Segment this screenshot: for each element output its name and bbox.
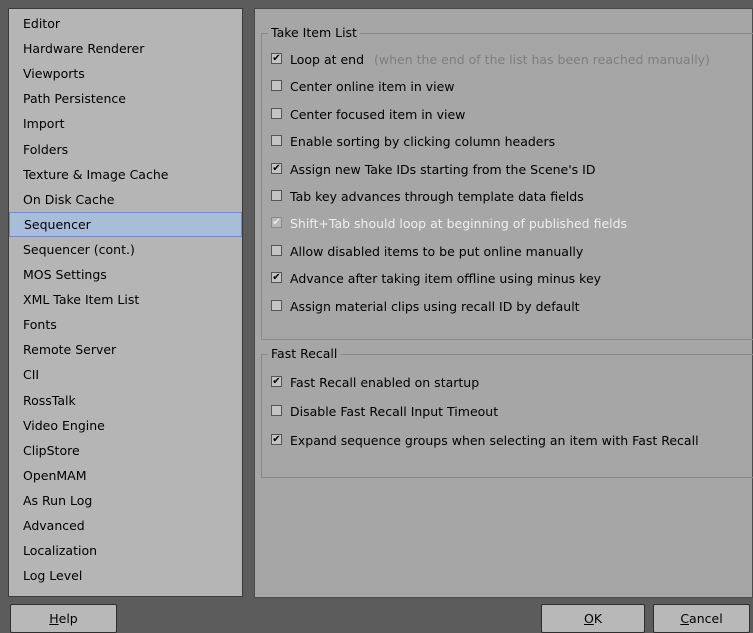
- cancel-button-label: ancel: [689, 611, 723, 626]
- option-text: Center online item in view: [290, 79, 455, 95]
- option-text: Assign new Take IDs starting from the Sc…: [290, 161, 596, 177]
- sidebar-item-localization[interactable]: Localization: [9, 538, 242, 563]
- option-label: Assign new Take IDs starting from the Sc…: [290, 161, 595, 179]
- option-label: Expand sequence groups when selecting an…: [290, 432, 699, 450]
- sidebar-item-rosstalk[interactable]: RossTalk: [9, 388, 242, 413]
- sidebar-item-mos-settings[interactable]: MOS Settings: [9, 262, 242, 287]
- option-text: Shift+Tab should loop at beginning of pu…: [290, 216, 628, 232]
- sidebar-item-openmam[interactable]: OpenMAM: [9, 463, 242, 488]
- checkbox-checked-icon[interactable]: ✔: [271, 272, 282, 284]
- checkbox-unchecked-icon[interactable]: [271, 190, 282, 201]
- option-text: Expand sequence groups when selecting an…: [290, 433, 699, 448]
- option-label: Fast Recall enabled on startup: [290, 374, 479, 392]
- cancel-button[interactable]: Cancel: [653, 604, 750, 633]
- sidebar-item-import[interactable]: Import: [9, 111, 242, 136]
- option-text: Center focused item in view: [290, 106, 466, 122]
- help-button[interactable]: Help: [10, 604, 117, 633]
- option-text: Advance after taking item offline using …: [290, 271, 602, 287]
- help-button-label: elp: [58, 611, 78, 626]
- sidebar-item-video-engine[interactable]: Video Engine: [9, 413, 242, 438]
- checkbox-unchecked-icon[interactable]: [271, 107, 282, 119]
- sidebar-item-hardware-renderer[interactable]: Hardware Renderer: [9, 36, 242, 61]
- option-text: Tab key advances through template data f…: [290, 189, 584, 204]
- option-text: Fast Recall enabled on startup: [290, 375, 480, 390]
- checkbox-unchecked-icon[interactable]: [271, 80, 282, 92]
- checkbox-unchecked-icon[interactable]: [271, 135, 282, 147]
- option-hint: (when the end of the list has been reach…: [374, 52, 710, 67]
- sidebar-item-cii[interactable]: CII: [9, 362, 242, 387]
- option-label: Enable sorting by clicking column header…: [290, 133, 555, 151]
- option-text: Disable Fast Recall Input Timeout: [290, 404, 499, 419]
- checkbox-checked-icon[interactable]: ✔: [271, 162, 282, 174]
- sidebar-item-texture-image-cache[interactable]: Texture & Image Cache: [9, 162, 242, 187]
- option-label: Loop at end (when the end of the list has…: [290, 51, 710, 69]
- sidebar-item-viewports[interactable]: Viewports: [9, 61, 242, 86]
- option-label: Shift+Tab should loop at beginning of pu…: [290, 215, 627, 233]
- sidebar-item-on-disk-cache[interactable]: On Disk Cache: [9, 187, 242, 212]
- fast-recall-title: Fast Recall: [268, 346, 341, 362]
- checkbox-unchecked-icon[interactable]: [271, 244, 282, 256]
- checkbox-unchecked-icon[interactable]: [271, 405, 282, 416]
- option-text: Enable sorting by clicking column header…: [290, 134, 556, 150]
- take-item-list-title: Take Item List: [268, 25, 360, 41]
- settings-category-list[interactable]: Editor Hardware Renderer Viewports Path Per…: [8, 8, 243, 597]
- option-label: Tab key advances through template data f…: [290, 188, 584, 206]
- take-item-list-group: Take Item List ✔ Loop at end (when the end…: [261, 25, 753, 340]
- option-label: Center online item in view: [290, 78, 455, 96]
- sidebar-item-sequencer-cont[interactable]: Sequencer (cont.): [9, 237, 242, 262]
- fast-recall-group: Fast Recall ✔ Fast Recall enabled on star…: [261, 346, 753, 478]
- checkbox-checked-icon: ✔: [271, 217, 282, 229]
- ok-button-label: K: [593, 611, 603, 626]
- sidebar-item-as-run-log[interactable]: As Run Log: [9, 488, 242, 513]
- sidebar-item-remote-server[interactable]: Remote Server: [9, 337, 242, 362]
- checkbox-checked-icon[interactable]: ✔: [271, 376, 282, 387]
- option-label: Assign material clips using recall ID by…: [290, 298, 580, 316]
- sidebar-item-xml-take-item-list[interactable]: XML Take Item List: [9, 287, 242, 312]
- option-text: Allow disabled items to be put online ma…: [290, 243, 584, 259]
- option-label: Center focused item in view: [290, 106, 465, 124]
- ok-button-mnemonic: O: [583, 611, 594, 626]
- sidebar-item-editor[interactable]: Editor: [9, 11, 242, 36]
- sidebar-item-fonts[interactable]: Fonts: [9, 312, 242, 337]
- sidebar-item-log-level[interactable]: Log Level: [9, 563, 242, 588]
- sidebar-item-advanced[interactable]: Advanced: [9, 513, 242, 538]
- sidebar-item-sequencer[interactable]: Sequencer: [9, 211, 242, 237]
- ok-button[interactable]: OK: [541, 604, 645, 633]
- sidebar-item-clipstore[interactable]: ClipStore: [9, 438, 242, 463]
- sidebar-item-path-persistence[interactable]: Path Persistence: [9, 86, 242, 111]
- option-label: Advance after taking item offline using …: [290, 270, 601, 288]
- option-text: Loop at end: [290, 52, 365, 67]
- option-label: Disable Fast Recall Input Timeout: [290, 403, 498, 421]
- checkbox-unchecked-icon[interactable]: [271, 299, 282, 311]
- sidebar-item-folders[interactable]: Folders: [9, 137, 242, 162]
- option-text: Assign material clips using recall ID by…: [290, 298, 580, 314]
- cancel-button-mnemonic: C: [680, 611, 690, 626]
- help-button-mnemonic: H: [49, 611, 59, 626]
- option-label: Allow disabled items to be put online ma…: [290, 243, 583, 261]
- checkbox-checked-icon[interactable]: ✔: [271, 53, 282, 64]
- settings-panel: Take Item List ✔ Loop at end (when the end…: [254, 8, 753, 598]
- checkbox-checked-icon[interactable]: ✔: [271, 434, 282, 445]
